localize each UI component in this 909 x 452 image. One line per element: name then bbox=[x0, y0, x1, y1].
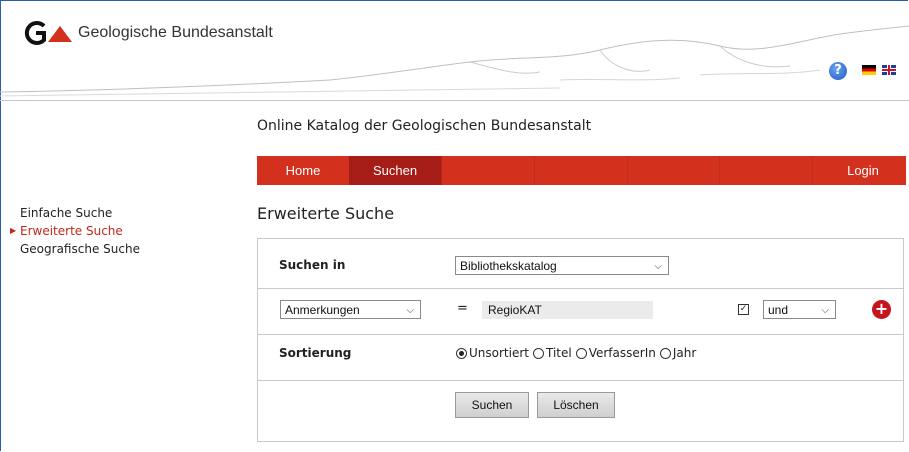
catalog-title: Online Katalog der Geologischen Bundesan… bbox=[257, 118, 592, 134]
sidebar-item-label: Erweiterte Suche bbox=[20, 224, 123, 238]
main-navbar: Home Suchen Login bbox=[257, 156, 906, 185]
search-form-panel: Suchen in Bibliothekskatalog ⌵ Anmerkung… bbox=[257, 238, 904, 442]
sidebar-item-geografische-suche[interactable]: Geografische Suche bbox=[20, 240, 140, 258]
nav-suchen[interactable]: Suchen bbox=[349, 156, 442, 185]
page-heading: Erweiterte Suche bbox=[257, 204, 395, 223]
search-in-select[interactable]: Bibliothekskatalog ⌵ bbox=[455, 256, 669, 275]
field-select-value: Anmerkungen bbox=[285, 303, 360, 317]
operator-label: = bbox=[457, 301, 468, 316]
sidebar: Einfache Suche ▶ Erweiterte Suche Geograf… bbox=[10, 204, 140, 258]
sort-radio-group: Unsortiert Titel VerfasserIn Jahr bbox=[456, 346, 700, 360]
row-divider bbox=[258, 380, 903, 381]
field-select[interactable]: Anmerkungen ⌵ bbox=[280, 300, 421, 319]
nav-divider bbox=[812, 156, 813, 185]
active-arrow-icon: ▶ bbox=[10, 226, 17, 235]
sort-label: Sortierung bbox=[279, 346, 352, 360]
boolean-operator-select[interactable]: und ⌵ bbox=[763, 300, 836, 319]
chevron-down-icon: ⌵ bbox=[654, 261, 662, 272]
chevron-down-icon: ⌵ bbox=[821, 305, 829, 316]
radio-label-titel[interactable]: Titel bbox=[546, 346, 572, 360]
search-in-label: Suchen in bbox=[279, 258, 346, 272]
nav-divider bbox=[534, 156, 535, 185]
radio-titel[interactable] bbox=[532, 347, 544, 359]
mountain-sketch-decoration bbox=[0, 25, 909, 97]
radio-label-jahr[interactable]: Jahr bbox=[673, 346, 696, 360]
german-flag-icon[interactable] bbox=[862, 65, 876, 75]
nav-divider bbox=[719, 156, 720, 185]
search-in-value: Bibliothekskatalog bbox=[460, 259, 557, 273]
row-checkbox[interactable]: ✓ bbox=[738, 304, 749, 315]
search-text-input[interactable]: RegioKAT bbox=[482, 301, 653, 319]
boolean-operator-value: und bbox=[768, 303, 789, 317]
sidebar-item-erweiterte-suche[interactable]: ▶ Erweiterte Suche bbox=[10, 222, 140, 240]
clear-button[interactable]: Löschen bbox=[537, 392, 615, 418]
header-divider bbox=[0, 100, 909, 101]
site-header: Geologische Bundesanstalt ? bbox=[0, 0, 909, 100]
sidebar-item-einfache-suche[interactable]: Einfache Suche bbox=[20, 204, 140, 222]
add-row-icon[interactable]: + bbox=[872, 300, 891, 319]
nav-divider bbox=[627, 156, 628, 185]
uk-flag-icon[interactable] bbox=[882, 65, 896, 75]
help-icon[interactable]: ? bbox=[829, 62, 847, 80]
row-divider bbox=[258, 288, 903, 289]
nav-home[interactable]: Home bbox=[257, 156, 350, 185]
radio-unsortiert[interactable] bbox=[456, 347, 467, 359]
radio-label-unsortiert[interactable]: Unsortiert bbox=[469, 346, 529, 360]
nav-login[interactable]: Login bbox=[820, 156, 906, 185]
search-button[interactable]: Suchen bbox=[455, 392, 529, 418]
chevron-down-icon: ⌵ bbox=[406, 305, 414, 316]
radio-label-verfasserin[interactable]: VerfasserIn bbox=[589, 346, 656, 360]
radio-jahr[interactable] bbox=[659, 347, 671, 359]
row-divider bbox=[258, 334, 903, 335]
radio-verfasserin[interactable] bbox=[575, 347, 587, 359]
